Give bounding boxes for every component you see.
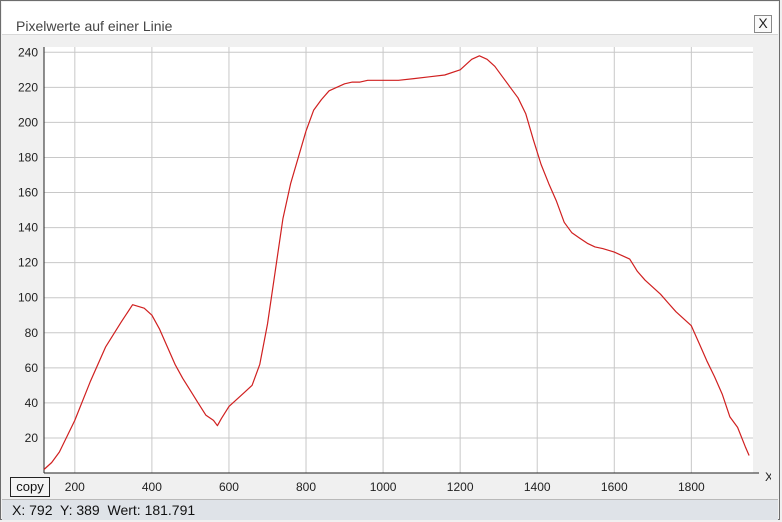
- x-tick-label: 600: [219, 480, 239, 494]
- y-tick-label: 220: [18, 80, 38, 94]
- y-tick-label: 180: [18, 150, 38, 164]
- close-button[interactable]: X: [754, 15, 772, 33]
- x-tick-label: 200: [65, 480, 85, 494]
- y-tick-label: 40: [25, 396, 39, 410]
- x-tick-label: 1800: [678, 480, 705, 494]
- status-readout: X: 792 Y: 389 Wert: 181.791: [12, 502, 196, 518]
- line-chart: 20 40 60 80 100 120 140 160 180 200 220 240 200 400 60…: [11, 37, 773, 497]
- chart-svg: 20 40 60 80 100 120 140 160 180 200 220 240 200 400 60…: [18, 45, 773, 494]
- plot-window: Pixelwerte auf einer Linie X 20 40 60 80 100…: [0, 0, 780, 520]
- y-tick-label: 140: [18, 221, 38, 235]
- x-tick-label: 1600: [601, 480, 628, 494]
- x-tick-label: 1400: [524, 480, 551, 494]
- y-tick-label: 200: [18, 115, 38, 129]
- y-tick-label: 20: [25, 431, 39, 445]
- window-title: Pixelwerte auf einer Linie: [16, 18, 173, 34]
- y-tick-label: 80: [25, 326, 39, 340]
- x-axis-label: X: [765, 470, 771, 484]
- x-tick-label: 400: [142, 480, 162, 494]
- y-tick-label: 120: [18, 256, 38, 270]
- y-tick-label: 60: [25, 361, 39, 375]
- y-tick-label: 240: [18, 45, 38, 59]
- y-tick-label: 100: [18, 291, 38, 305]
- status-bar: X: 792 Y: 389 Wert: 181.791: [2, 499, 778, 520]
- y-tick-label: 160: [18, 186, 38, 200]
- x-tick-label: 1200: [447, 480, 474, 494]
- title-bar: Pixelwerte auf einer Linie X: [2, 2, 778, 35]
- copy-button[interactable]: copy: [10, 477, 50, 497]
- x-tick-label: 800: [296, 480, 316, 494]
- x-tick-label: 1000: [370, 480, 397, 494]
- plot-background: [44, 47, 753, 473]
